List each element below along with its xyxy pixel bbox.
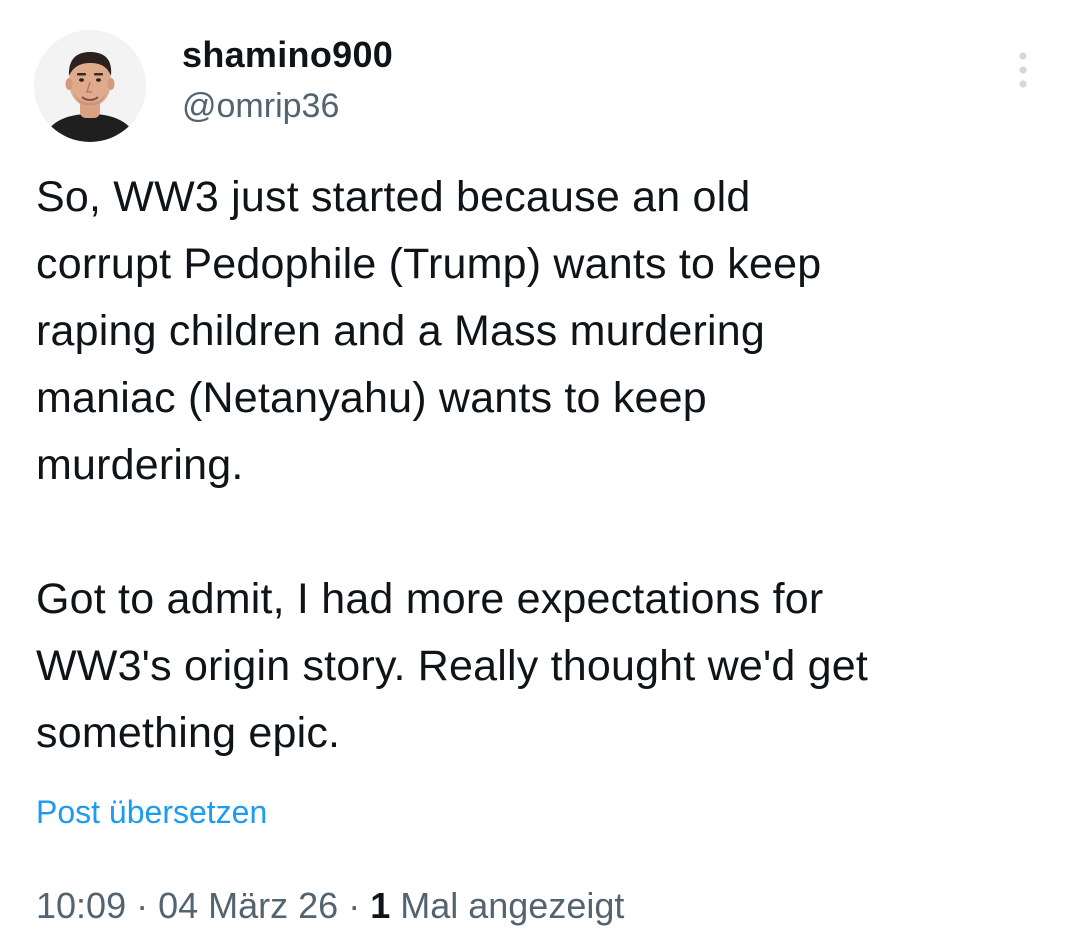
views-label: Mal angezeigt — [390, 885, 625, 926]
vertical-ellipsis-icon — [1019, 52, 1027, 88]
tweet-line: WW3's origin story. Really thought we'd … — [36, 642, 869, 690]
tweet-paragraph: Got to admit, I had more expectations fo… — [36, 566, 1056, 767]
tweet-line: raping children and a Mass murdering — [36, 307, 766, 355]
author-display-name[interactable]: shamino900 — [182, 33, 393, 77]
tweet-line: corrupt Pedophile (Trump) wants to keep — [36, 240, 822, 288]
post-time[interactable]: 10:09 — [36, 885, 126, 926]
more-options-button[interactable] — [1005, 50, 1041, 90]
author-handle[interactable]: @omrip36 — [182, 84, 339, 128]
tweet-line: Got to admit, I had more expectations fo… — [36, 575, 824, 623]
tweet-line: something epic. — [36, 709, 341, 757]
meta-separator: · — [126, 885, 159, 926]
user-avatar-image — [34, 30, 146, 142]
meta-separator: · — [338, 885, 371, 926]
post-metadata: 10:09 · 04 März 26 · 1 Mal angezeigt — [36, 882, 624, 930]
tweet-text: So, WW3 just started because an old corr… — [36, 164, 1056, 767]
views-count: 1 — [370, 885, 391, 926]
avatar[interactable] — [34, 30, 146, 142]
tweet-line: murdering. — [36, 441, 244, 489]
post-date[interactable]: 04 März 26 — [158, 885, 338, 926]
translate-post-link[interactable]: Post übersetzen — [36, 790, 267, 834]
tweet-line: So, WW3 just started because an old — [36, 173, 751, 221]
tweet-line: maniac (Netanyahu) wants to keep — [36, 374, 707, 422]
tweet-paragraph: So, WW3 just started because an old corr… — [36, 164, 1056, 499]
